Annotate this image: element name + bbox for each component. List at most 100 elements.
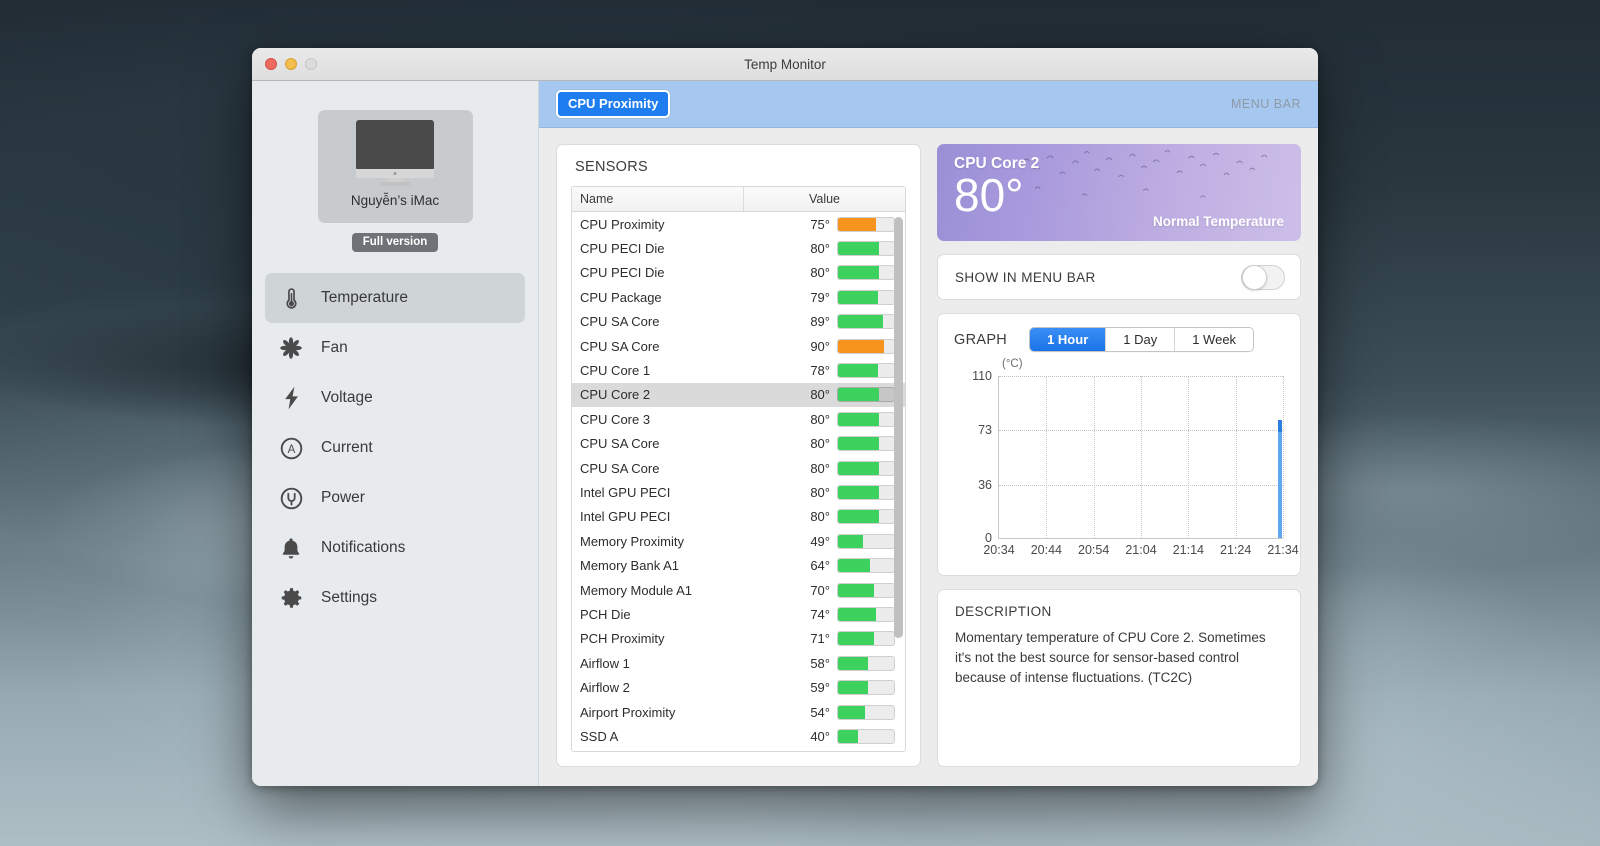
sidebar-item-label: Settings: [321, 589, 378, 606]
table-row[interactable]: CPU Package 79°: [572, 285, 905, 309]
graph-title: GRAPH: [954, 331, 1008, 348]
show-in-menu-bar-label: SHOW IN MENU BAR: [955, 269, 1096, 285]
show-in-menu-bar-toggle[interactable]: [1241, 264, 1285, 290]
description-title: DESCRIPTION: [955, 604, 1052, 619]
sidebar-item-temperature[interactable]: Temperature: [265, 273, 525, 323]
sensor-level-fill: [838, 266, 879, 280]
grid-line-vertical: [1283, 376, 1284, 538]
sensor-value: 78°: [810, 363, 830, 379]
table-row[interactable]: CPU SA Core 80°: [572, 432, 905, 456]
x-axis-tick: 21:24: [1220, 543, 1252, 557]
ampere-circle-icon: A: [278, 437, 304, 460]
column-header-name[interactable]: Name: [572, 187, 743, 211]
sensor-level-bar: [837, 216, 895, 232]
sensor-level-bar: [837, 265, 895, 281]
sidebar-item-power[interactable]: Power: [265, 473, 525, 523]
sensor-level-fill: [838, 681, 869, 695]
table-row[interactable]: Memory Bank A1 64°: [572, 553, 905, 577]
sensor-value: 80°: [810, 241, 830, 257]
bell-icon: [278, 537, 304, 560]
sensor-value: 71°: [810, 631, 830, 647]
sensor-name: CPU SA Core: [580, 460, 660, 476]
description-text: Momentary temperature of CPU Core 2. Som…: [955, 630, 1266, 685]
table-row[interactable]: CPU Core 3 80°: [572, 407, 905, 431]
sensor-value: 89°: [810, 314, 830, 330]
range-1-hour[interactable]: 1 Hour: [1030, 328, 1106, 351]
table-row[interactable]: CPU SA Core 80°: [572, 456, 905, 480]
sidebar-nav: Temperature Fan Voltage A Current Power …: [252, 273, 538, 623]
table-row[interactable]: Airport Proximity 54°: [572, 700, 905, 724]
table-row[interactable]: PCH Die 74°: [572, 602, 905, 626]
fan-icon: [278, 336, 304, 360]
sidebar-item-fan[interactable]: Fan: [265, 323, 525, 373]
table-row[interactable]: Intel GPU PECI 80°: [572, 480, 905, 504]
sensor-level-bar: [837, 338, 895, 354]
menu-bar-drop-label: MENU BAR: [1231, 97, 1301, 111]
description-panel: DESCRIPTION Momentary temperature of CPU…: [937, 589, 1301, 767]
window-title: Temp Monitor: [744, 56, 826, 72]
sensor-level-bar: [837, 411, 895, 427]
sensor-value: 80°: [810, 436, 830, 452]
range-1-week[interactable]: 1 Week: [1174, 328, 1254, 351]
sensor-level-fill: [838, 485, 879, 499]
sensor-name: CPU SA Core: [580, 338, 660, 354]
sensor-level-fill: [838, 534, 864, 548]
sensor-level-fill: [838, 217, 877, 231]
sensor-name: CPU PECI Die: [580, 265, 665, 281]
graph-plot[interactable]: 0 36 73 110 20:34 20:44 20:54 21:04 21:14 21:24 21…: [972, 369, 1299, 557]
sensor-name: Memory Module A1: [580, 582, 692, 598]
grid-line-vertical: [1235, 376, 1237, 538]
table-row[interactable]: CPU Core 2 80°: [572, 382, 905, 408]
svg-text:A: A: [287, 444, 295, 456]
sensor-level-bar: [837, 484, 895, 500]
sensors-title: SENSORS: [575, 159, 649, 175]
scrollbar-thumb[interactable]: [894, 217, 903, 639]
table-row[interactable]: CPU PECI Die 80°: [572, 261, 905, 285]
sensor-row-list: CPU Proximity 75° CPU PECI Die 80° CPU PECI …: [572, 212, 905, 751]
sensor-name: Airport Proximity: [580, 704, 676, 720]
x-axis-tick: 20:54: [1078, 543, 1110, 557]
table-row[interactable]: CPU SA Core 90°: [572, 334, 905, 358]
sidebar-item-notifications[interactable]: Notifications: [265, 523, 525, 573]
sidebar-item-settings[interactable]: Settings: [265, 573, 525, 623]
sidebar-item-current[interactable]: A Current: [265, 423, 525, 473]
sensor-level-fill: [838, 242, 879, 256]
sensor-level-bar: [837, 558, 895, 574]
sidebar-item-voltage[interactable]: Voltage: [265, 373, 525, 423]
sensor-value: 54°: [810, 704, 830, 720]
sensor-level-bar: [837, 460, 895, 476]
table-row[interactable]: Airflow 1 58°: [572, 651, 905, 675]
y-axis-tick: 73: [978, 423, 992, 438]
table-row[interactable]: Memory Module A1 70°: [572, 578, 905, 602]
sensor-level-bar: [837, 363, 895, 379]
table-row[interactable]: Airflow 2 59°: [572, 675, 905, 699]
table-row[interactable]: CPU SA Core 89°: [572, 310, 905, 334]
sensor-value: 80°: [810, 484, 830, 500]
table-row[interactable]: CPU Core 1 78°: [572, 358, 905, 382]
sensor-value: 80°: [810, 411, 830, 427]
y-axis-tick: 110: [972, 369, 992, 383]
column-header-value[interactable]: Value: [743, 187, 905, 211]
sensor-name: Airflow 2: [580, 680, 630, 696]
chart-series-trace: [1278, 420, 1282, 538]
sensor-level-bar: [837, 606, 895, 622]
sensor-name: PCH Proximity: [580, 631, 665, 647]
table-row[interactable]: SSD A 40°: [572, 724, 905, 748]
range-1-day[interactable]: 1 Day: [1105, 328, 1175, 351]
sensors-scrollbar[interactable]: [894, 215, 903, 748]
sensor-value: 74°: [810, 606, 830, 622]
y-axis-tick: 36: [978, 477, 992, 492]
detail-column: CPU Core 2 80° Normal Temperature SHOW I…: [937, 144, 1301, 767]
table-row[interactable]: PCH Proximity 71°: [572, 627, 905, 651]
sidebar: Nguyễn’s iMac Full version Temperature F…: [252, 81, 539, 786]
table-row[interactable]: Memory Proximity 49°: [572, 529, 905, 553]
table-row[interactable]: Intel GPU PECI 80°: [572, 505, 905, 529]
sidebar-item-label: Power: [321, 489, 365, 506]
sensor-level-fill: [838, 632, 875, 646]
selected-sensor-pill[interactable]: CPU Proximity: [556, 90, 671, 118]
x-axis-tick: 20:44: [1030, 543, 1062, 557]
table-row[interactable]: CPU PECI Die 80°: [572, 236, 905, 260]
table-row[interactable]: CPU Proximity 75°: [572, 212, 905, 236]
device-card[interactable]: Nguyễn’s iMac: [317, 110, 473, 223]
sidebar-item-label: Current: [321, 439, 373, 456]
